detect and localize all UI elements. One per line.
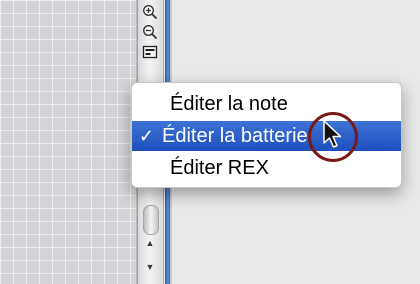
menu-item-label: Éditer la note <box>170 92 288 115</box>
scrollbar-thumb[interactable] <box>143 205 159 235</box>
editor-window: ▲ ▼ Éditer la note ✓ Éditer la batterie … <box>0 0 420 284</box>
zoom-out-icon[interactable] <box>142 24 158 40</box>
scroll-down-button[interactable]: ▼ <box>142 260 158 274</box>
mouse-pointer-icon <box>322 120 344 155</box>
edit-mode-popup-menu: Éditer la note ✓ Éditer la batterie Édit… <box>131 82 402 188</box>
zoom-in-icon[interactable] <box>142 4 158 20</box>
note-grid[interactable] <box>0 0 137 284</box>
menu-item-edit-rex[interactable]: Éditer REX <box>132 153 401 183</box>
menu-item-label: Éditer REX <box>170 156 269 179</box>
menu-item-edit-drums[interactable]: ✓ Éditer la batterie <box>132 121 401 151</box>
menu-item-edit-note[interactable]: Éditer la note <box>132 89 401 119</box>
scroll-up-button[interactable]: ▲ <box>142 236 158 250</box>
edit-mode-icon[interactable] <box>142 44 158 60</box>
menu-item-label: Éditer la batterie <box>162 124 308 147</box>
checkmark-icon: ✓ <box>138 125 154 146</box>
